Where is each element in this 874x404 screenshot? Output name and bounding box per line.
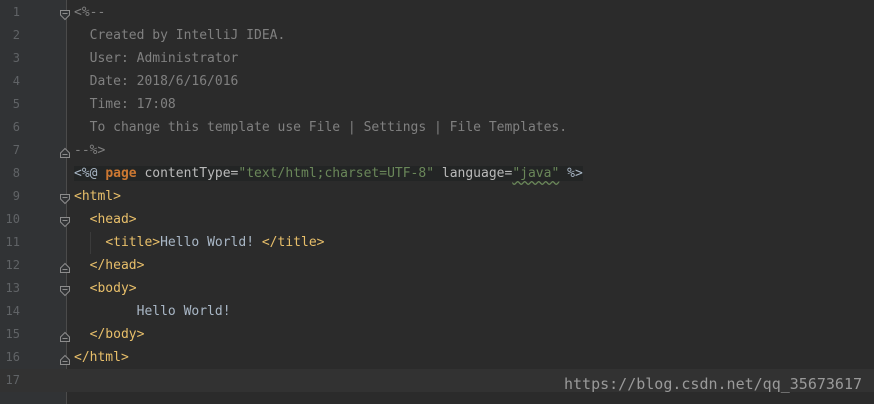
code-token: language= [434,166,513,181]
code-line[interactable]: 11 <title>Hello World! </title> [0,231,874,254]
line-number: 13 [5,281,20,295]
line-number: 3 [12,51,20,65]
code-token: <body> [89,281,137,296]
code-line[interactable]: 3 User: Administrator [0,47,874,70]
line-number: 6 [12,120,20,134]
fold-end-icon[interactable] [59,351,71,365]
code-token: %> [559,166,583,181]
line-number: 4 [12,74,20,88]
code-text[interactable]: <body> [74,277,137,300]
code-token: Date: 2018/6/16/016 [74,74,239,89]
line-number: 15 [5,327,20,341]
fold-end-icon[interactable] [59,144,71,158]
code-token: </body> [89,327,145,342]
code-text[interactable]: Created by IntelliJ IDEA. [74,24,286,47]
fold-end-icon[interactable] [59,328,71,342]
code-text[interactable]: <%@ page contentType="text/html;charset=… [74,162,583,185]
code-line[interactable]: 10 <head> [0,208,874,231]
code-line[interactable]: 13 <body> [0,277,874,300]
code-token: Hello World! [160,235,262,250]
line-number: 16 [5,350,20,364]
code-line[interactable]: 14 Hello World! [0,300,874,323]
code-text[interactable]: Hello World! [74,300,231,323]
code-token: <%@ [74,166,106,181]
code-line[interactable]: 8 <%@ page contentType="text/html;charset… [0,162,874,185]
code-token: </head> [89,258,145,273]
code-token: "java" [512,166,560,181]
code-line[interactable]: 15 </body> [0,323,874,346]
code-text[interactable]: Date: 2018/6/16/016 [74,70,239,93]
line-number: 8 [12,166,20,180]
code-text[interactable]: Time: 17:08 [74,93,176,116]
code-line[interactable]: 6 To change this template use File | Set… [0,116,874,139]
code-token: "text/html;charset=UTF-8" [238,166,435,181]
code-token: --%> [74,143,106,158]
code-text[interactable]: </html> [74,346,129,369]
code-line[interactable]: 12 </head> [0,254,874,277]
code-text[interactable]: </head> [74,254,145,277]
code-token: Time: 17:08 [74,97,176,112]
code-text[interactable]: <html> [74,185,121,208]
code-line[interactable]: 7 --%> [0,139,874,162]
code-token: Hello World! [74,304,231,319]
code-token: <%-- [74,5,106,20]
line-number: 5 [12,97,20,111]
code-line[interactable]: 5 Time: 17:08 [0,93,874,116]
code-token: </html> [74,350,129,365]
fold-collapse-icon[interactable] [59,213,71,228]
fold-collapse-icon[interactable] [59,282,71,297]
line-number: 9 [12,189,20,203]
fold-end-icon[interactable] [59,259,71,273]
line-number: 1 [12,5,20,19]
code-text[interactable]: <title>Hello World! </title> [74,231,324,254]
line-number: 11 [5,235,20,249]
code-line[interactable]: 16 </html> [0,346,874,369]
line-number: 2 [12,28,20,42]
code-line[interactable]: 2 Created by IntelliJ IDEA. [0,24,874,47]
code-text[interactable]: </body> [74,323,145,346]
line-number: 12 [5,258,20,272]
fold-collapse-icon[interactable] [59,190,71,205]
code-text[interactable]: --%> [74,139,105,162]
watermark-text: https://blog.csdn.net/qq_35673617 [563,375,862,393]
code-token: To change this template use File | Setti… [74,120,568,135]
code-text[interactable]: <%-- [74,1,105,24]
code-token: contentType= [136,166,239,181]
code-token: page [105,166,137,181]
code-text[interactable]: To change this template use File | Setti… [74,116,567,139]
code-line[interactable]: 9 <html> [0,185,874,208]
line-number: 10 [5,212,20,226]
code-token: </title> [261,235,325,250]
code-token: Created by IntelliJ IDEA. [74,28,286,43]
line-number: 7 [12,143,20,157]
code-text[interactable]: <head> [74,208,137,231]
code-editor[interactable]: 1 <%-- 2 Created by IntelliJ IDEA. 3 User: … [0,0,874,404]
line-number: 14 [5,304,20,318]
code-text[interactable]: User: Administrator [74,47,239,70]
code-token: <title> [105,235,161,250]
code-line[interactable]: 4 Date: 2018/6/16/016 [0,70,874,93]
code-token: <html> [74,189,121,204]
code-line[interactable]: 1 <%-- [0,1,874,24]
code-token: <head> [89,212,137,227]
line-number: 17 [5,373,20,387]
code-token: User: Administrator [74,51,239,66]
fold-collapse-icon[interactable] [59,6,71,21]
